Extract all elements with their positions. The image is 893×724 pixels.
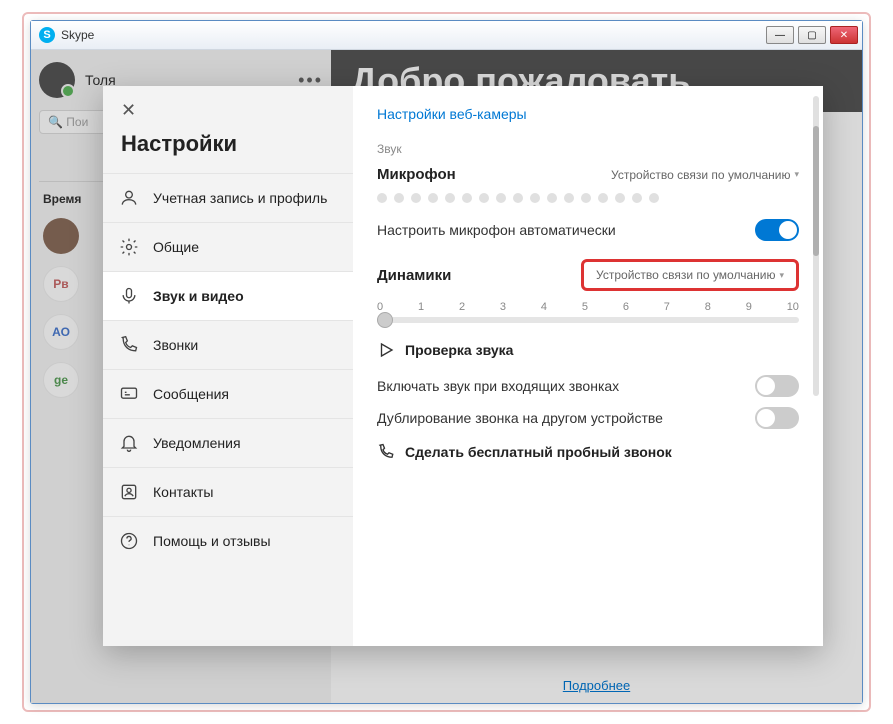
- auto-mic-toggle[interactable]: [755, 219, 799, 241]
- nav-audio-video[interactable]: Звук и видео: [103, 271, 353, 320]
- test-call-button[interactable]: Сделать бесплатный пробный звонок: [377, 443, 799, 461]
- settings-nav: ✕ Настройки Учетная запись и профиль Общ…: [103, 86, 353, 646]
- message-icon: [119, 384, 139, 404]
- contacts-icon: [119, 482, 139, 502]
- close-icon[interactable]: ✕: [103, 86, 353, 127]
- settings-panel: Настройки веб-камеры Звук Микрофон Устро…: [353, 86, 823, 646]
- help-icon: [119, 531, 139, 551]
- speakers-label: Динамики: [377, 267, 451, 284]
- nav-contacts[interactable]: Контакты: [103, 467, 353, 516]
- nav-calls[interactable]: Звонки: [103, 320, 353, 369]
- nav-help[interactable]: Помощь и отзывы: [103, 516, 353, 565]
- close-button[interactable]: ✕: [830, 26, 858, 44]
- nav-account[interactable]: Учетная запись и профиль: [103, 173, 353, 222]
- nav-messages[interactable]: Сообщения: [103, 369, 353, 418]
- person-icon: [119, 188, 139, 208]
- ring-incoming-label: Включать звук при входящих звонках: [377, 378, 619, 394]
- phone-icon: [377, 443, 395, 461]
- titlebar: S Skype — ▢ ✕: [31, 21, 862, 50]
- play-icon: [377, 341, 395, 359]
- bell-icon: [119, 433, 139, 453]
- ring-incoming-toggle[interactable]: [755, 375, 799, 397]
- gear-icon: [119, 237, 139, 257]
- microphone-label: Микрофон: [377, 166, 456, 183]
- skype-logo-icon: S: [39, 27, 55, 43]
- microphone-device-dropdown[interactable]: Устройство связи по умолчанию ▾: [611, 168, 799, 182]
- minimize-button[interactable]: —: [766, 26, 794, 44]
- mic-level-indicator: [377, 193, 799, 203]
- ring-other-label: Дублирование звонка на другом устройстве: [377, 410, 663, 426]
- phone-icon: [119, 335, 139, 355]
- settings-modal: ✕ Настройки Учетная запись и профиль Общ…: [103, 86, 823, 646]
- sound-section-label: Звук: [377, 142, 799, 156]
- microphone-icon: [119, 286, 139, 306]
- speaker-volume-slider[interactable]: 0 1 2 3 4 5 6 7 8 9 10: [377, 301, 799, 323]
- window-title: Skype: [61, 28, 94, 42]
- settings-title: Настройки: [103, 127, 353, 173]
- nav-general[interactable]: Общие: [103, 222, 353, 271]
- slider-thumb[interactable]: [377, 312, 393, 328]
- chevron-down-icon: ▾: [794, 169, 799, 180]
- scrollbar[interactable]: [813, 96, 819, 396]
- webcam-settings-link[interactable]: Настройки веб-камеры: [377, 106, 799, 122]
- nav-notifications[interactable]: Уведомления: [103, 418, 353, 467]
- auto-mic-label: Настроить микрофон автоматически: [377, 222, 616, 238]
- speakers-device-dropdown[interactable]: Устройство связи по умолчанию ▾: [581, 259, 799, 291]
- maximize-button[interactable]: ▢: [798, 26, 826, 44]
- skype-window: S Skype — ▢ ✕ Толя ••• 🔍 Пои 💬 Чаты Врем…: [30, 20, 863, 704]
- ring-other-toggle[interactable]: [755, 407, 799, 429]
- test-sound-button[interactable]: Проверка звука: [377, 341, 799, 359]
- chevron-down-icon: ▾: [779, 270, 784, 281]
